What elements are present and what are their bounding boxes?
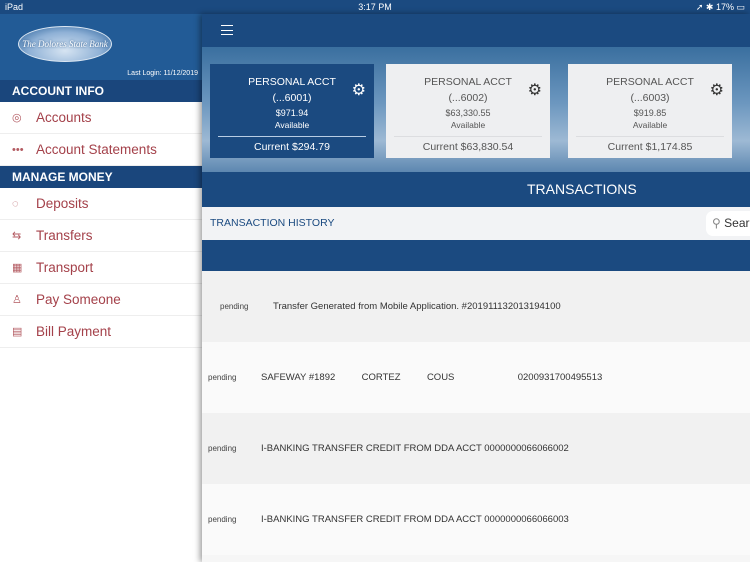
table-row[interactable]: pending SAFEWAY #1892 CORTEZ COUS 0200931… <box>202 342 750 413</box>
transaction-history-bar: TRANSACTION HISTORY ⚲ Sear <box>202 207 750 240</box>
search-input[interactable]: ⚲ Sear <box>706 211 750 236</box>
transport-icon: ▦ <box>12 262 23 274</box>
battery-level: ➚ ✱ 17% ▭ <box>695 1 745 12</box>
piggy-bank-icon: ◌ <box>12 197 19 210</box>
transaction-description: SAFEWAY #1892 CORTEZ COUS 02009317004955… <box>261 372 603 383</box>
top-bar <box>202 14 750 47</box>
table-row[interactable]: pending I-BANKING TRANSFER CREDIT FROM DD… <box>202 413 750 484</box>
transaction-status: pending <box>208 444 237 453</box>
account-number: (...6002) <box>448 92 488 104</box>
sidebar-header: The Dolores State Bank Last Login: 11/12… <box>0 14 202 80</box>
transaction-description: I-BANKING TRANSFER CREDIT FROM DDA ACCT … <box>261 443 569 454</box>
available-label: Available <box>450 120 486 130</box>
transaction-list: pending Transfer Generated from Mobile Ap… <box>202 271 750 555</box>
sidebar-item-pay-someone[interactable]: ♙ Pay Someone <box>0 284 202 316</box>
account-name: PERSONAL ACCT <box>248 76 336 88</box>
section-account-info: ACCOUNT INFO <box>0 80 202 102</box>
available-amount: $63,330.55 <box>445 108 491 118</box>
available-amount: $971.94 <box>275 108 309 118</box>
transfer-icon: ⇆ <box>12 230 22 242</box>
sidebar-item-label: Transport <box>36 260 94 275</box>
table-row[interactable]: pending Transfer Generated from Mobile Ap… <box>202 271 750 342</box>
sidebar-item-label: Account Statements <box>36 142 157 157</box>
accounts-carousel: PERSONAL ACCT (...6001) $971.94 Availabl… <box>202 47 750 172</box>
current-balance: Current $63,830.54 <box>394 136 542 158</box>
transaction-status: pending <box>208 373 237 382</box>
clock: 3:17 PM <box>358 2 392 12</box>
table-row[interactable]: pending I-BANKING TRANSFER CREDIT FROM DD… <box>202 484 750 555</box>
sidebar-item-label: Bill Payment <box>36 324 112 339</box>
account-number: (...6003) <box>630 92 670 104</box>
search-placeholder: Sear <box>724 216 750 230</box>
transaction-description: I-BANKING TRANSFER CREDIT FROM DDA ACCT … <box>261 514 569 525</box>
table-header <box>202 240 750 271</box>
person-pay-icon: ♙ <box>12 294 22 306</box>
account-name: PERSONAL ACCT <box>424 76 512 88</box>
hamburger-menu-icon[interactable] <box>221 25 233 35</box>
account-card[interactable]: PERSONAL ACCT (...6001) $971.94 Availabl… <box>210 64 374 158</box>
transaction-description: Transfer Generated from Mobile Applicati… <box>273 301 561 312</box>
bank-name: The Dolores State Bank <box>22 39 108 49</box>
search-icon: ⚲ <box>712 216 721 230</box>
account-card[interactable]: PERSONAL ACCT (...6002) $63,330.55 Avail… <box>386 64 550 158</box>
last-login: Last Login: 11/12/2019 <box>127 70 198 77</box>
sidebar-item-account-statements[interactable]: ••• Account Statements <box>0 134 202 166</box>
available-amount: $919.85 <box>633 108 667 118</box>
current-balance: Current $294.79 <box>218 136 366 158</box>
gear-icon[interactable]: ⚙ <box>710 80 724 100</box>
sidebar-item-label: Pay Someone <box>36 292 121 307</box>
sidebar-item-transfers[interactable]: ⇆ Transfers <box>0 220 202 252</box>
sidebar-item-deposits[interactable]: ◌ Deposits <box>0 188 202 220</box>
bill-icon: ▤ <box>12 326 23 338</box>
current-balance: Current $1,174.85 <box>576 136 724 158</box>
sidebar-item-label: Transfers <box>36 228 93 243</box>
transaction-status: pending <box>220 302 249 311</box>
transactions-title: TRANSACTIONS <box>202 172 750 207</box>
gear-icon[interactable]: ⚙ <box>352 80 366 100</box>
main-panel: PERSONAL ACCT (...6001) $971.94 Availabl… <box>202 14 750 562</box>
sidebar-item-label: Deposits <box>36 196 89 211</box>
available-label: Available <box>632 120 668 130</box>
account-card[interactable]: PERSONAL ACCT (...6003) $919.85 Availabl… <box>568 64 732 158</box>
account-name: PERSONAL ACCT <box>606 76 694 88</box>
account-number: (...6001) <box>272 92 312 104</box>
sidebar-item-bill-payment[interactable]: ▤ Bill Payment <box>0 316 202 348</box>
section-manage-money: MANAGE MONEY <box>0 166 202 188</box>
ellipsis-icon: ••• <box>12 143 24 156</box>
status-bar: iPad 3:17 PM ➚ ✱ 17% ▭ <box>0 0 750 14</box>
gear-icon[interactable]: ⚙ <box>528 80 542 100</box>
sidebar: The Dolores State Bank Last Login: 11/12… <box>0 14 202 562</box>
sidebar-item-accounts[interactable]: ◎ Accounts <box>0 102 202 134</box>
sidebar-item-transport[interactable]: ▦ Transport <box>0 252 202 284</box>
available-label: Available <box>274 120 310 130</box>
transaction-history-label: TRANSACTION HISTORY <box>210 217 335 229</box>
bank-logo: The Dolores State Bank <box>18 26 112 62</box>
coins-icon: ◎ <box>12 112 22 124</box>
transaction-status: pending <box>208 515 237 524</box>
sidebar-item-label: Accounts <box>36 110 92 125</box>
battery-text: 17% <box>715 1 734 12</box>
